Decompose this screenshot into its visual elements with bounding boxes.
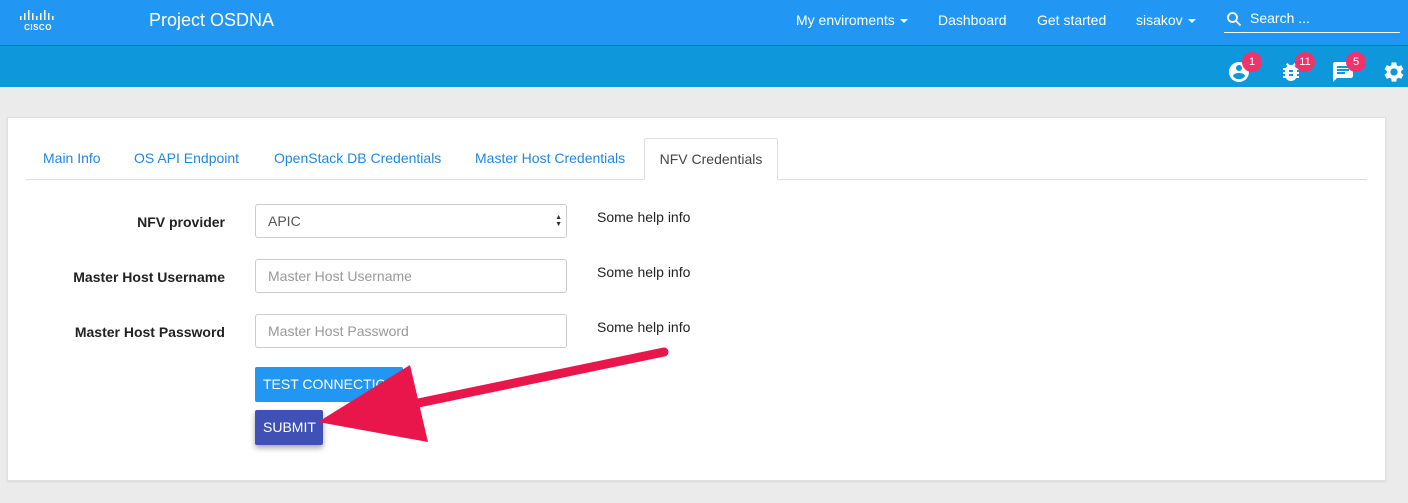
nav-get-started[interactable]: Get started — [1037, 12, 1106, 28]
search-icon — [1227, 12, 1242, 27]
cisco-bars-icon — [20, 10, 54, 20]
search-box — [1224, 6, 1400, 33]
chevron-down-icon — [899, 19, 908, 24]
test-connection-button[interactable]: TEST CONNECTION — [255, 367, 403, 402]
tab-master-host-credentials[interactable]: Master Host Credentials — [475, 138, 625, 179]
master-host-password-label: Master Host Password — [74, 324, 225, 340]
top-navbar: CISCO Project OSDNA My enviroments Dashb… — [0, 0, 1408, 46]
notification-badge: 1 — [1242, 52, 1262, 72]
bug-reports-button[interactable]: 11 — [1279, 52, 1315, 84]
submit-button[interactable]: SUBMIT — [255, 410, 323, 445]
notification-badge: 11 — [1295, 52, 1315, 72]
select-arrows-icon: ▲ ▼ — [555, 214, 562, 228]
nav-my-environments[interactable]: My enviroments — [796, 12, 908, 28]
credentials-card: Main Info OS API Endpoint OpenStack DB C… — [7, 117, 1386, 481]
nfv-provider-select[interactable]: APIC ▲ ▼ — [255, 204, 567, 238]
tab-main-info[interactable]: Main Info — [43, 138, 101, 179]
master-host-username-help: Some help info — [597, 264, 691, 280]
notification-badge: 5 — [1346, 52, 1366, 72]
nav-dashboard[interactable]: Dashboard — [938, 12, 1007, 28]
cisco-logo[interactable]: CISCO — [18, 9, 58, 33]
nav-my-environments-label: My enviroments — [796, 12, 895, 28]
master-host-password-input[interactable] — [255, 314, 567, 348]
tab-openstack-db-credentials[interactable]: OpenStack DB Credentials — [274, 138, 441, 179]
settings-button[interactable] — [1382, 60, 1406, 84]
logo-text: CISCO — [24, 23, 52, 32]
tab-os-api-endpoint[interactable]: OS API Endpoint — [134, 138, 239, 179]
master-host-username-label: Master Host Username — [73, 269, 225, 285]
account-notifications-button[interactable]: 1 — [1227, 52, 1262, 84]
secondary-toolbar: 1 11 5 — [0, 46, 1408, 87]
chevron-down-icon — [1187, 19, 1196, 24]
gear-icon — [1384, 62, 1404, 82]
nfv-provider-label: NFV provider — [137, 214, 225, 230]
nfv-provider-value: APIC — [268, 213, 301, 229]
master-host-username-input[interactable] — [255, 259, 567, 293]
user-name: sisakov — [1136, 12, 1183, 28]
messages-button[interactable]: 5 — [1331, 52, 1366, 84]
master-host-password-help: Some help info — [597, 319, 691, 335]
tab-bar: Main Info OS API Endpoint OpenStack DB C… — [26, 138, 1367, 180]
brand-title[interactable]: Project OSDNA — [149, 10, 274, 31]
nav-user-menu[interactable]: sisakov — [1136, 12, 1196, 28]
search-input[interactable] — [1250, 8, 1396, 28]
nfv-provider-help: Some help info — [597, 209, 691, 225]
tab-nfv-credentials[interactable]: NFV Credentials — [644, 138, 778, 180]
